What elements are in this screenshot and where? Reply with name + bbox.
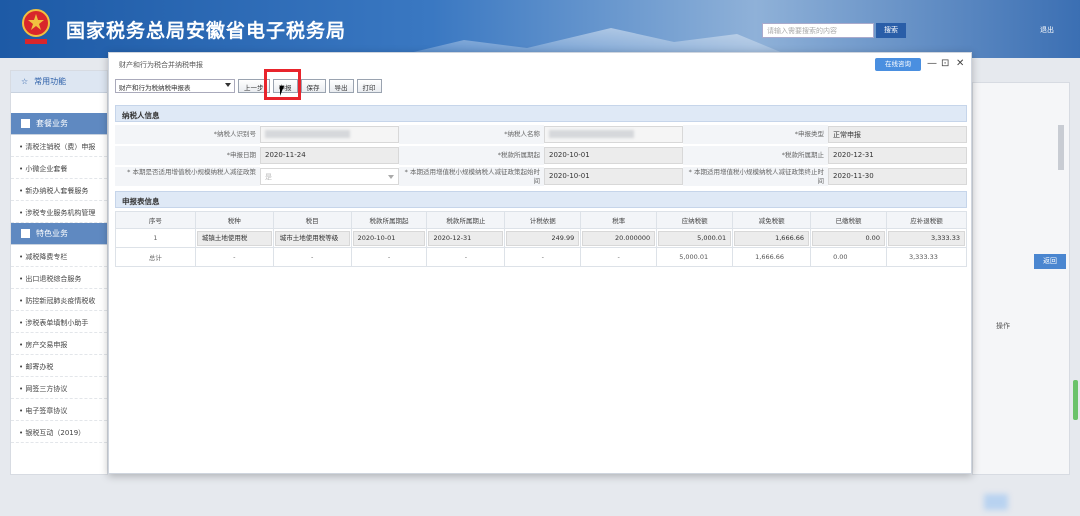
sidebar-item[interactable]: • 银税互动（2019）	[11, 421, 107, 443]
reduce-start-field: 2020-10-01	[544, 168, 683, 185]
maximize-icon[interactable]: ⊡	[941, 58, 949, 70]
column-header: 税款所属期起	[350, 211, 428, 229]
table-total-row: 总计 - - - - - - 5,000.01 1,666.66 0.00 3,…	[115, 247, 968, 267]
page-scrollbar[interactable]	[1073, 380, 1078, 420]
column-header: 已缴税额	[810, 211, 887, 229]
form-type-select[interactable]: 财产和行为税纳税申报表	[115, 79, 235, 93]
tax-base-cell: 249.99	[506, 230, 580, 246]
declare-type-field: 正常申报	[828, 126, 967, 143]
total-payable: 5,000.01	[656, 247, 734, 267]
chevron-down-icon	[388, 175, 394, 179]
taxpayer-id-label: *纳税人识别号	[115, 125, 260, 144]
column-header: 减免税额	[732, 211, 812, 229]
sidebar-item[interactable]: • 清税注销税（费）申报	[11, 135, 107, 157]
total-refund: 3,333.33	[885, 247, 968, 267]
toolbar: 财产和行为税纳税申报表 上一步 申报 保存 导出 打印	[115, 78, 382, 94]
declaration-table-header: 申报表信息	[115, 191, 967, 208]
column-header: 应纳税额	[656, 211, 734, 229]
chevron-down-icon	[225, 83, 231, 87]
total-label: 总计	[115, 247, 196, 267]
column-header: 计税依据	[504, 211, 582, 229]
taxpayer-name-label: *纳税人名称	[399, 125, 544, 144]
reduce-start-label: * 本期适用增值税小规模纳税人减征政策起始时间	[399, 167, 544, 186]
return-button[interactable]: 返回	[1034, 254, 1066, 269]
payable-cell: 5,000.01	[658, 230, 732, 246]
sidebar-item[interactable]: • 邮寄办税	[11, 355, 107, 377]
sidebar-item[interactable]: • 减税降费专栏	[11, 245, 107, 267]
declare-date-field: 2020-11-24	[260, 147, 399, 164]
tax-emblem-icon	[22, 9, 50, 44]
operation-header: 操作	[996, 322, 1010, 330]
period-start-cell: 2020-10-01	[352, 230, 426, 246]
reduction-cell: 1,666.66	[734, 230, 810, 246]
home-icon: ☆	[21, 77, 29, 86]
modal-title: 财产和行为税合并纳税申报	[119, 61, 203, 69]
section-square-icon	[21, 229, 30, 238]
period-start-field: 2020-10-01	[544, 147, 683, 164]
section-square-icon	[21, 119, 30, 128]
sidebar-section-special[interactable]: 特色业务	[11, 223, 107, 245]
print-button[interactable]: 打印	[356, 79, 382, 93]
tax-item-cell[interactable]: 城市土地使用税等级	[274, 230, 350, 246]
table-row: 1 城镇土地使用税 城市土地使用税等级 2020-10-01 2020-12-3…	[115, 228, 968, 248]
column-header: 税目	[272, 211, 352, 229]
sidebar-item[interactable]: • 涉税表单填制小助手	[11, 311, 107, 333]
column-header: 税率	[580, 211, 658, 229]
table-header-row: 序号 税种 税目 税款所属期起 税款所属期止 计税依据 税率 应纳税额 减免税额…	[115, 211, 968, 229]
sidebar-section-hot[interactable]: 套餐业务	[11, 113, 107, 135]
mouse-cursor-icon	[280, 86, 284, 96]
total-reduction: 1,666.66	[732, 247, 812, 267]
taxpayer-name-field	[544, 126, 683, 143]
background-panel	[972, 82, 1070, 475]
minimize-icon[interactable]: —	[927, 58, 937, 70]
export-button[interactable]: 导出	[328, 79, 354, 93]
sidebar-item[interactable]: • 电子签章协议	[11, 399, 107, 421]
small-scale-label: * 本期是否适用增值税小规模纳税人减征政策	[115, 167, 260, 186]
sidebar: ☆ 常用功能 套餐业务 • 清税注销税（费）申报 • 小微企业套餐 • 新办纳税…	[10, 70, 108, 475]
sidebar-section-common[interactable]: ☆ 常用功能	[11, 71, 107, 93]
taxpayer-info-header: 纳税人信息	[115, 105, 967, 122]
declare-type-label: *申报类型	[683, 125, 828, 144]
sidebar-item[interactable]: • 涉税专业服务机构管理	[11, 201, 107, 223]
paid-cell: 0.00	[812, 230, 885, 246]
tax-type-cell[interactable]: 城镇土地使用税	[196, 230, 272, 246]
column-header: 税款所属期止	[426, 211, 506, 229]
column-header: 序号	[115, 211, 196, 229]
reduce-end-label: * 本期适用增值税小规模纳税人减征政策终止时间	[683, 167, 828, 186]
column-header: 税种	[194, 211, 274, 229]
search-input[interactable]: 请输入需要搜索的内容	[762, 23, 874, 38]
reduce-end-field: 2020-11-30	[828, 168, 967, 185]
site-header: 国家税务总局安徽省电子税务局 请输入需要搜索的内容 搜索 退出	[0, 0, 1080, 58]
sidebar-item[interactable]: • 小微企业套餐	[11, 157, 107, 179]
save-button[interactable]: 保存	[300, 79, 326, 93]
sidebar-item[interactable]: • 出口退税综合服务	[11, 267, 107, 289]
period-end-field: 2020-12-31	[828, 147, 967, 164]
online-consult-button[interactable]: 在线咨询	[875, 58, 921, 71]
total-paid: 0.00	[810, 247, 887, 267]
declaration-table: 序号 税种 税目 税款所属期起 税款所属期止 计税依据 税率 应纳税额 减免税额…	[115, 211, 968, 267]
logout-link[interactable]: 退出	[1040, 25, 1054, 35]
sidebar-item[interactable]: • 新办纳税人套餐服务	[11, 179, 107, 201]
row-index: 1	[115, 228, 196, 248]
period-end-cell: 2020-12-31	[428, 230, 504, 246]
tax-rate-cell: 20.000000	[582, 230, 656, 246]
small-scale-select[interactable]: 是	[260, 168, 399, 185]
sidebar-item[interactable]: • 防控新冠肺炎疫情税收	[11, 289, 107, 311]
period-start-label: *税款所属期起	[399, 146, 544, 165]
taxpayer-id-field	[260, 126, 399, 143]
sidebar-item[interactable]: • 房产交易申报	[11, 333, 107, 355]
blurred-widget	[984, 494, 1008, 510]
refund-cell: 3,333.33	[887, 230, 965, 246]
declare-date-label: *申报日期	[115, 146, 260, 165]
taxpayer-info-grid: *纳税人识别号 *纳税人名称 *申报类型 正常申报 *申报日期 2020-11-…	[115, 125, 967, 188]
close-icon[interactable]: ✕	[956, 58, 964, 70]
search-button[interactable]: 搜索	[876, 23, 906, 38]
site-title: 国家税务总局安徽省电子税务局	[66, 20, 347, 42]
declaration-modal: 财产和行为税合并纳税申报 在线咨询 — ⊡ ✕ 财产和行为税纳税申报表 上一步 …	[108, 52, 972, 474]
column-header: 应补退税额	[885, 211, 968, 229]
sidebar-item[interactable]: • 网签三方协议	[11, 377, 107, 399]
background-scrollbar[interactable]	[1058, 125, 1064, 170]
period-end-label: *税款所属期止	[683, 146, 828, 165]
